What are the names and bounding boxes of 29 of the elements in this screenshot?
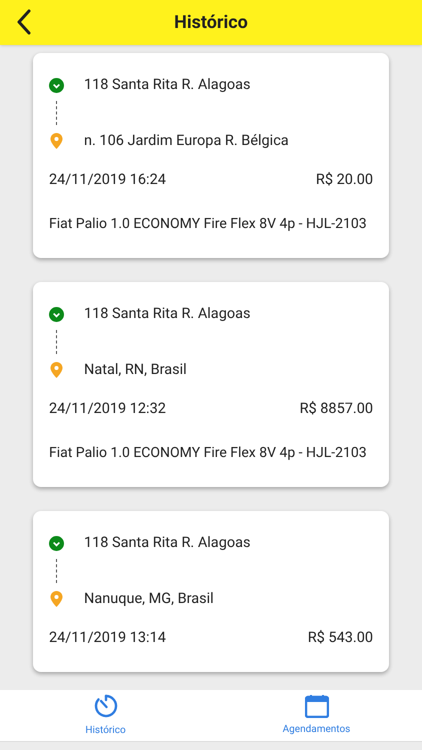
timer-icon [92, 693, 118, 719]
page-title: Histórico [174, 11, 248, 35]
origin-address: 118 Santa Rita R. Alagoas [84, 533, 250, 554]
back-icon [16, 9, 32, 35]
trip-card[interactable]: 118 Santa Rita R. Alagoas n. 106 Jardim Europa R. Bélgica 24/11/2019 16:24 R$ 20.00 Fiat Palio 1.0 ECONOMY Fire Flex 8V 4p - HJL-2103 [33, 53, 389, 258]
trip-datetime: 24/11/2019 13:14 [49, 628, 166, 648]
vehicle-info: Fiat Palio 1.0 ECONOMY Fire Flex 8V 4p - HJL-2103 [49, 444, 367, 462]
check-circle-icon [49, 306, 64, 322]
trip-price: R$ 543.00 [308, 628, 373, 648]
destination-address: Natal, RN, Brasil [84, 360, 187, 380]
origin-address: 118 Santa Rita R. Alagoas [84, 304, 250, 324]
location-pin-icon [49, 591, 64, 607]
trip-card[interactable]: 118 Santa Rita R. Alagoas Nanuque, MG, Brasil 24/11/2019 13:14 R$ 543.00 [33, 511, 389, 672]
trip-datetime: 24/11/2019 16:24 [49, 170, 166, 190]
check-circle-icon [49, 536, 64, 550]
nav-tab[interactable]: Agendamentos [211, 690, 422, 741]
location-pin-icon [49, 362, 64, 378]
destination-address: n. 106 Jardim Europa R. Bélgica [84, 131, 289, 152]
vehicle-info: Fiat Palio 1.0 ECONOMY Fire Flex 8V 4p - HJL-2103 [49, 214, 367, 234]
trip-price: R$ 20.00 [316, 170, 373, 190]
trip-datetime: 24/11/2019 12:32 [49, 399, 166, 420]
calendar-icon [304, 694, 328, 718]
trip-price: R$ 8857.00 [300, 399, 373, 420]
nav-tab[interactable]: Histórico [0, 690, 211, 741]
trip-card[interactable]: 118 Santa Rita R. Alagoas Natal, RN, Brasil 24/11/2019 12:32 R$ 8857.00 Fiat Palio 1.0 ECONOMY Fire Flex 8V 4p - HJL-2103 [33, 282, 389, 487]
check-circle-icon [49, 78, 64, 92]
origin-address: 118 Santa Rita R. Alagoas [84, 75, 250, 96]
destination-address: Nanuque, MG, Brasil [84, 589, 214, 610]
location-pin-icon [49, 133, 64, 149]
